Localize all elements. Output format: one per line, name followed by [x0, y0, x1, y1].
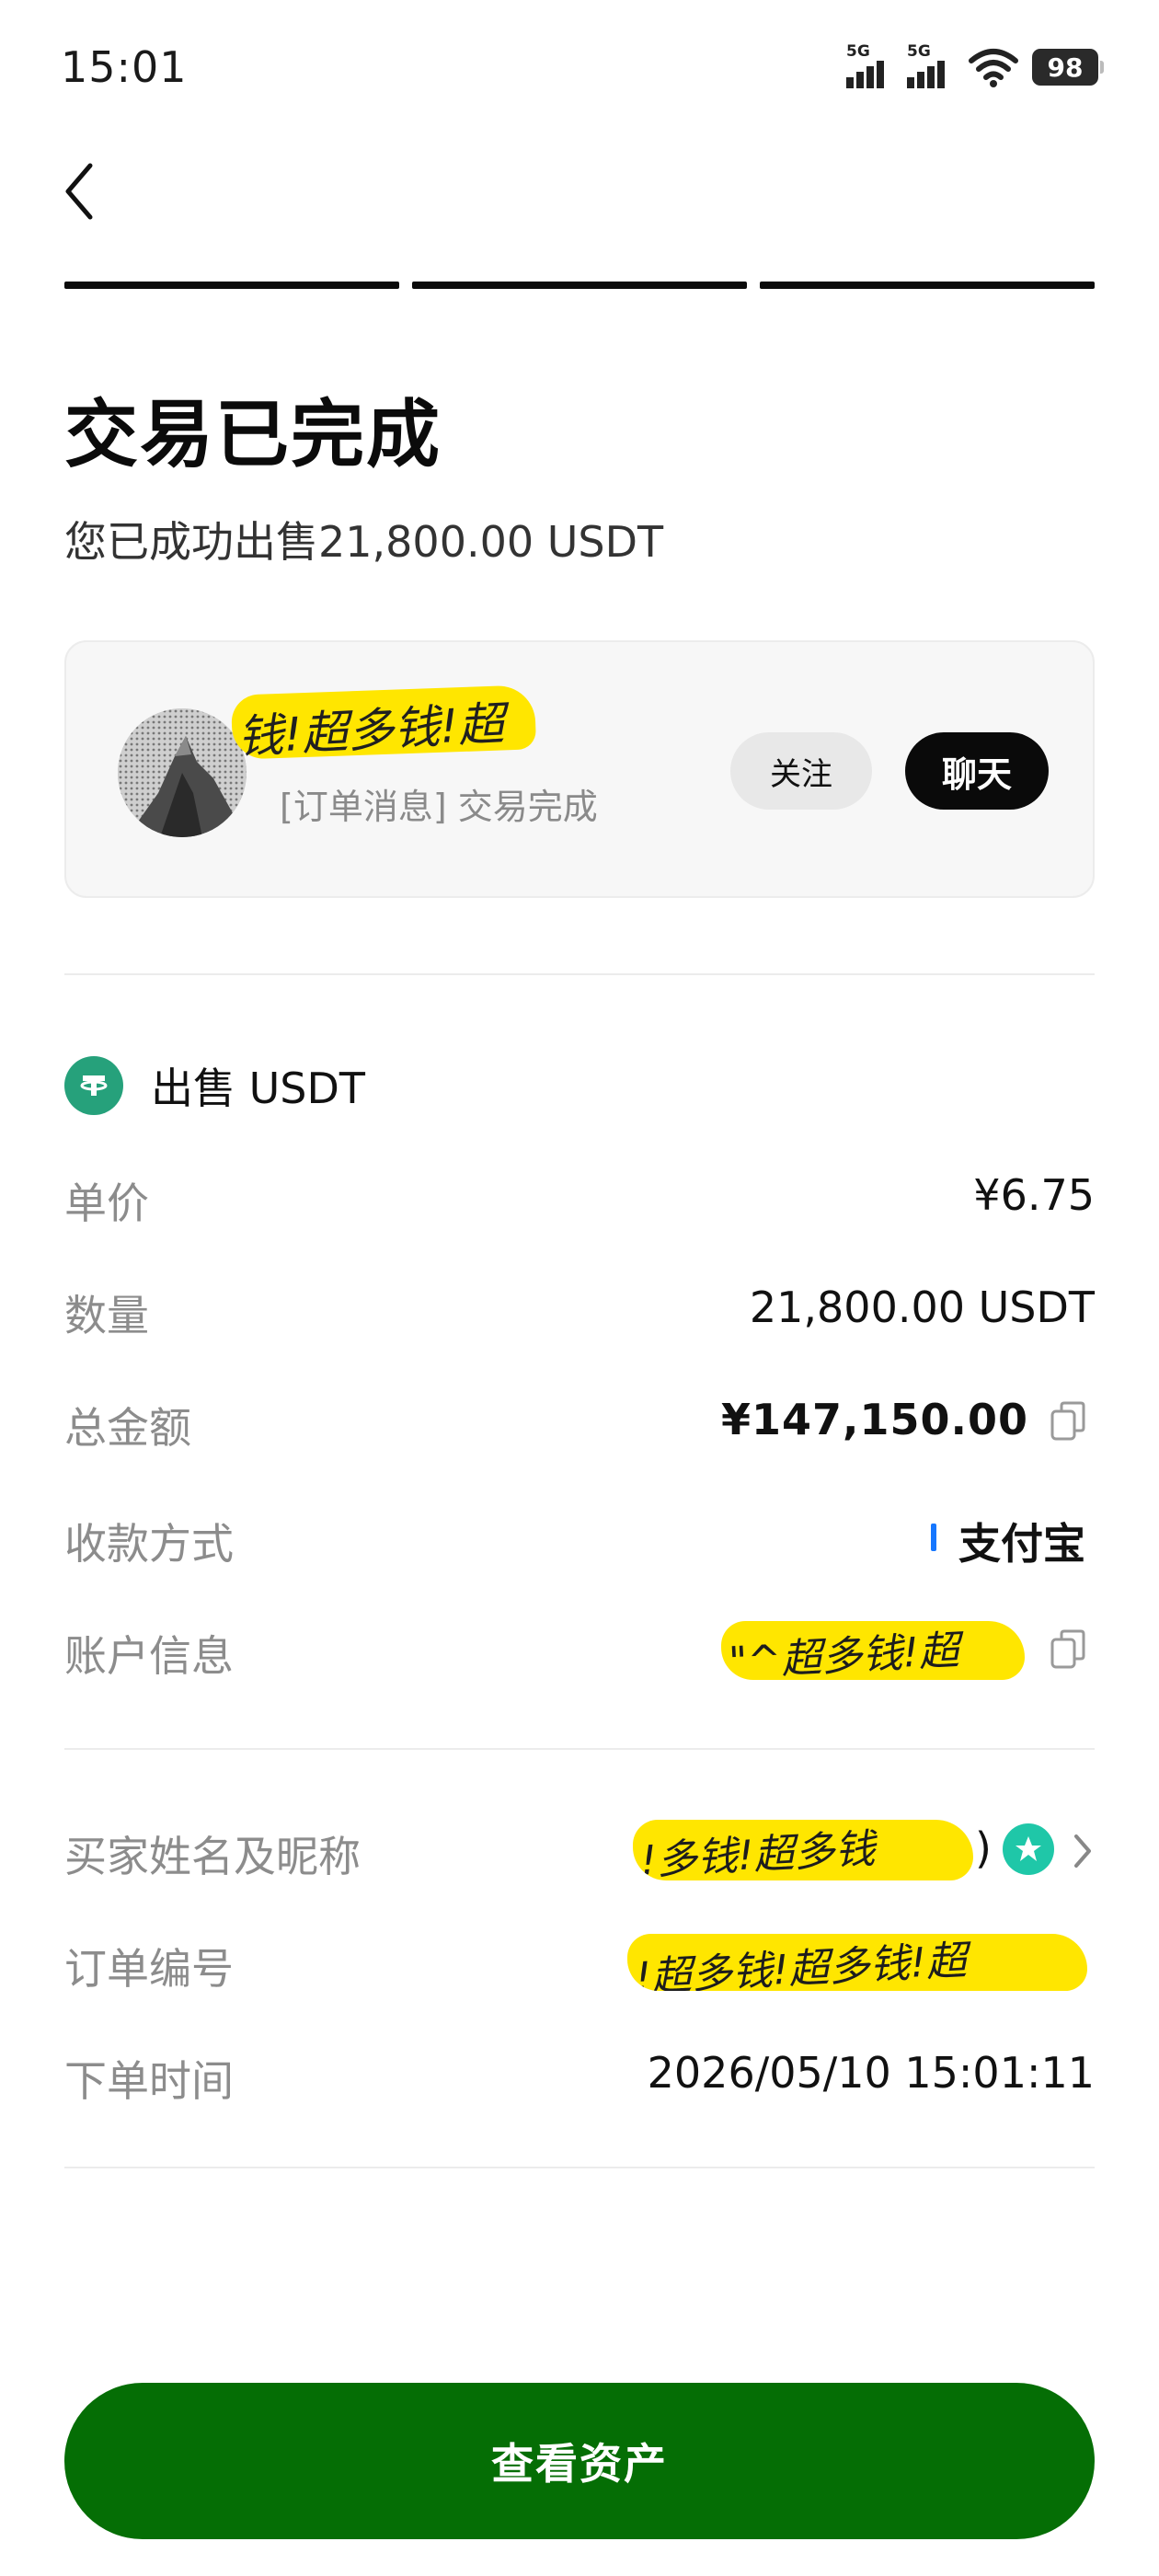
order-time-label: 下单时间	[64, 2056, 234, 2106]
order-number-row: 订单编号 !超多钱!超多钱!超	[64, 1930, 1095, 1995]
follow-button[interactable]: 关注	[730, 732, 872, 810]
payment-method-label: 收款方式	[64, 1519, 234, 1569]
total-amount-value: ¥147,150.00	[720, 1395, 1028, 1444]
page-title: 交易已完成	[64, 392, 442, 477]
order-time-row: 下单时间 2026/05/10 15:01:11	[64, 2042, 1095, 2107]
network-type-label: 5G	[907, 42, 931, 61]
order-number-label: 订单编号	[64, 1944, 234, 1994]
wifi-icon	[969, 49, 1018, 87]
buyer-row[interactable]: 买家姓名及昵称 !多钱!超多钱 )	[64, 1818, 1095, 1882]
page-subtitle: 您已成功出售21,800.00 USDT	[64, 517, 664, 567]
total-amount-label: 总金额	[64, 1403, 191, 1453]
progress-steps	[64, 282, 1095, 289]
status-icons: 5G 5G 98	[846, 42, 1104, 88]
order-number-value: !超多钱!超多钱!超	[627, 1934, 1087, 1991]
payment-method-row: 收款方式 支付宝	[64, 1505, 1095, 1570]
order-section-header: 出售 USDT	[64, 1055, 365, 1116]
battery-icon: 98	[1032, 49, 1104, 86]
buyer-label: 买家姓名及昵称	[64, 1832, 361, 1881]
chevron-right-icon[interactable]	[1071, 1831, 1095, 1871]
unit-price-row: 单价 ¥6.75	[64, 1165, 1095, 1229]
copy-icon[interactable]	[1049, 1400, 1087, 1443]
total-amount-row: 总金额 ¥147,150.00	[64, 1389, 1095, 1454]
alipay-indicator	[931, 1524, 936, 1551]
quantity-row: 数量 21,800.00 USDT	[64, 1277, 1095, 1341]
chat-button[interactable]: 聊天	[905, 732, 1049, 810]
verified-star-icon	[1003, 1823, 1054, 1875]
quantity-value: 21,800.00 USDT	[749, 1282, 1095, 1332]
account-info-value: "^超多钱!超	[721, 1621, 1025, 1680]
status-time: 15:01	[61, 42, 188, 92]
network-type-label: 5G	[846, 42, 870, 61]
account-info-row: 账户信息 "^超多钱!超	[64, 1617, 1095, 1682]
last-message-preview: [订单消息] 交易完成	[280, 787, 598, 827]
status-bar: 15:01 5G 5G 98	[0, 0, 1159, 138]
counterparty-nickname[interactable]: 钱!超多钱!超	[230, 684, 537, 765]
cellular-signal-icon: 5G	[846, 42, 894, 88]
counterparty-card: 钱!超多钱!超 [订单消息] 交易完成 关注 聊天	[64, 640, 1095, 898]
progress-step	[64, 282, 399, 289]
buyer-paren: )	[975, 1823, 992, 1873]
section-title: 出售 USDT	[151, 1064, 366, 1113]
avatar[interactable]	[118, 708, 247, 837]
tether-icon	[64, 1056, 123, 1115]
copy-icon[interactable]	[1049, 1628, 1087, 1671]
quantity-label: 数量	[64, 1291, 149, 1340]
divider	[64, 1748, 1095, 1750]
back-chevron-icon[interactable]	[59, 158, 99, 224]
unit-price-label: 单价	[64, 1179, 149, 1228]
divider	[64, 973, 1095, 975]
progress-step	[760, 282, 1095, 289]
cellular-signal-icon: 5G	[907, 42, 955, 88]
payment-method-value: 支付宝	[958, 1519, 1085, 1569]
unit-price-value: ¥6.75	[973, 1170, 1095, 1220]
divider	[64, 2167, 1095, 2168]
account-info-label: 账户信息	[64, 1631, 234, 1681]
view-assets-button[interactable]: 查看资产	[64, 2383, 1095, 2539]
buyer-name-value: !多钱!超多钱	[633, 1820, 973, 1880]
progress-step	[412, 282, 747, 289]
order-time-value: 2026/05/10 15:01:11	[647, 2048, 1095, 2098]
